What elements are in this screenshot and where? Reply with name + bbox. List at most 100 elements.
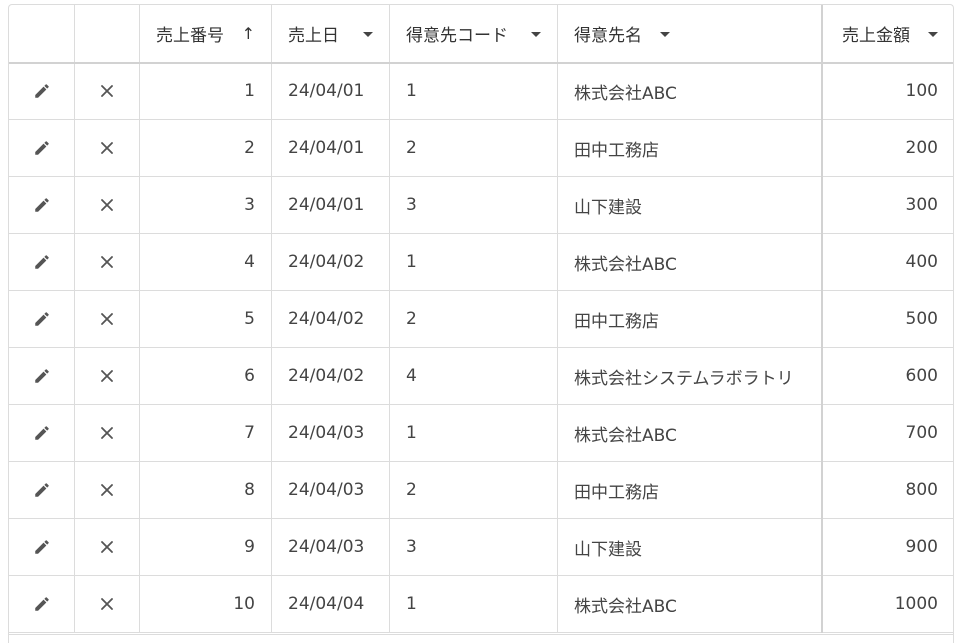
cell-sales-date: 24/04/02	[271, 347, 390, 405]
caret-down-icon[interactable]	[363, 31, 373, 37]
cell-sales-no: 3	[139, 176, 272, 234]
cell-customer-name: 山下建設	[557, 518, 822, 576]
cell-sales-date: 24/04/04	[271, 575, 390, 633]
header-amount[interactable]: 売上金額	[820, 5, 953, 64]
close-icon[interactable]	[92, 190, 122, 220]
header-sales-no-label: 売上番号	[156, 25, 224, 46]
cell-sales-date: 24/04/01	[271, 62, 390, 120]
cell-amount: 1000	[820, 575, 953, 633]
cell-sales-date: 24/04/03	[271, 518, 390, 576]
pencil-icon[interactable]	[27, 76, 57, 106]
cell-sales-no: 7	[139, 404, 272, 462]
cell-sales-date: 24/04/03	[271, 461, 390, 519]
pencil-icon[interactable]	[27, 247, 57, 277]
header-sales-date[interactable]: 売上日	[271, 5, 390, 64]
cell-sales-date: 24/04/01	[271, 176, 390, 234]
cell-sales-no: 8	[139, 461, 272, 519]
close-icon[interactable]	[92, 532, 122, 562]
cell-amount: 300	[820, 176, 953, 234]
cell-sales-no: 1	[139, 62, 272, 120]
cell-customer-code: 2	[389, 290, 558, 348]
header-delete	[74, 5, 140, 64]
close-icon[interactable]	[92, 133, 122, 163]
pencil-icon[interactable]	[27, 133, 57, 163]
caret-down-icon[interactable]	[531, 31, 541, 37]
cell-sales-no: 10	[139, 575, 272, 633]
close-icon[interactable]	[92, 418, 122, 448]
header-customer-name[interactable]: 得意先名	[557, 5, 822, 64]
table-row[interactable]: 1 24/04/01 1 株式会社ABC 100	[9, 62, 953, 120]
cell-customer-code: 1	[389, 575, 558, 633]
header-customer-code[interactable]: 得意先コード	[389, 5, 558, 64]
header-customer-name-label: 得意先名	[574, 25, 642, 46]
caret-down-icon[interactable]	[928, 31, 938, 37]
header-edit	[9, 5, 75, 64]
grid-footer-divider	[8, 634, 954, 635]
cell-customer-name: 山下建設	[557, 176, 822, 234]
cell-sales-date: 24/04/02	[271, 290, 390, 348]
pencil-icon[interactable]	[27, 475, 57, 505]
close-icon[interactable]	[92, 361, 122, 391]
delete-cell	[74, 347, 140, 405]
table-row[interactable]: 5 24/04/02 2 田中工務店 500	[9, 290, 953, 348]
cell-amount: 100	[820, 62, 953, 120]
close-icon[interactable]	[92, 475, 122, 505]
close-icon[interactable]	[92, 304, 122, 334]
pencil-icon[interactable]	[27, 418, 57, 448]
grid-body: 1 24/04/01 1 株式会社ABC 100 2 24/04/01 2 田中工務店 200 3 2…	[9, 62, 953, 633]
close-icon[interactable]	[92, 589, 122, 619]
cell-amount: 600	[820, 347, 953, 405]
table-row[interactable]: 8 24/04/03 2 田中工務店 800	[9, 461, 953, 519]
table-row[interactable]: 9 24/04/03 3 山下建設 900	[9, 518, 953, 576]
cell-customer-code: 3	[389, 518, 558, 576]
table-row[interactable]: 2 24/04/01 2 田中工務店 200	[9, 119, 953, 177]
cell-amount: 500	[820, 290, 953, 348]
cell-customer-name: 株式会社ABC	[557, 62, 822, 120]
close-icon[interactable]	[92, 76, 122, 106]
table-row[interactable]: 3 24/04/01 3 山下建設 300	[9, 176, 953, 234]
cell-sales-no: 2	[139, 119, 272, 177]
delete-cell	[74, 119, 140, 177]
cell-customer-code: 2	[389, 119, 558, 177]
cell-customer-code: 2	[389, 461, 558, 519]
cell-amount: 800	[820, 461, 953, 519]
edit-cell	[9, 176, 75, 234]
cell-customer-code: 4	[389, 347, 558, 405]
edit-cell	[9, 575, 75, 633]
cell-sales-no: 5	[139, 290, 272, 348]
edit-cell	[9, 461, 75, 519]
header-sales-date-label: 売上日	[288, 25, 339, 46]
cell-sales-no: 9	[139, 518, 272, 576]
caret-down-icon[interactable]	[660, 31, 670, 37]
table-row[interactable]: 4 24/04/02 1 株式会社ABC 400	[9, 233, 953, 291]
cell-customer-code: 1	[389, 404, 558, 462]
delete-cell	[74, 176, 140, 234]
edit-cell	[9, 290, 75, 348]
pencil-icon[interactable]	[27, 190, 57, 220]
pencil-icon[interactable]	[27, 532, 57, 562]
delete-cell	[74, 575, 140, 633]
pencil-icon[interactable]	[27, 304, 57, 334]
edit-cell	[9, 233, 75, 291]
edit-cell	[9, 518, 75, 576]
cell-customer-code: 1	[389, 62, 558, 120]
edit-cell	[9, 404, 75, 462]
table-row[interactable]: 7 24/04/03 1 株式会社ABC 700	[9, 404, 953, 462]
delete-cell	[74, 404, 140, 462]
cell-amount: 900	[820, 518, 953, 576]
delete-cell	[74, 62, 140, 120]
sales-table: 売上番号 ↑ 売上日 得意先コード 得意先名 売上金額 1 24/04/01 1…	[9, 5, 953, 633]
pencil-icon[interactable]	[27, 361, 57, 391]
header-sales-no[interactable]: 売上番号 ↑	[139, 5, 272, 64]
edit-cell	[9, 62, 75, 120]
table-row[interactable]: 10 24/04/04 1 株式会社ABC 1000	[9, 575, 953, 633]
pencil-icon[interactable]	[27, 589, 57, 619]
table-row[interactable]: 6 24/04/02 4 株式会社システムラボラトリ 600	[9, 347, 953, 405]
arrow-up-icon[interactable]: ↑	[242, 24, 255, 43]
delete-cell	[74, 461, 140, 519]
cell-sales-no: 4	[139, 233, 272, 291]
cell-customer-name: 株式会社システムラボラトリ	[557, 347, 822, 405]
close-icon[interactable]	[92, 247, 122, 277]
cell-customer-name: 田中工務店	[557, 290, 822, 348]
cell-sales-date: 24/04/02	[271, 233, 390, 291]
